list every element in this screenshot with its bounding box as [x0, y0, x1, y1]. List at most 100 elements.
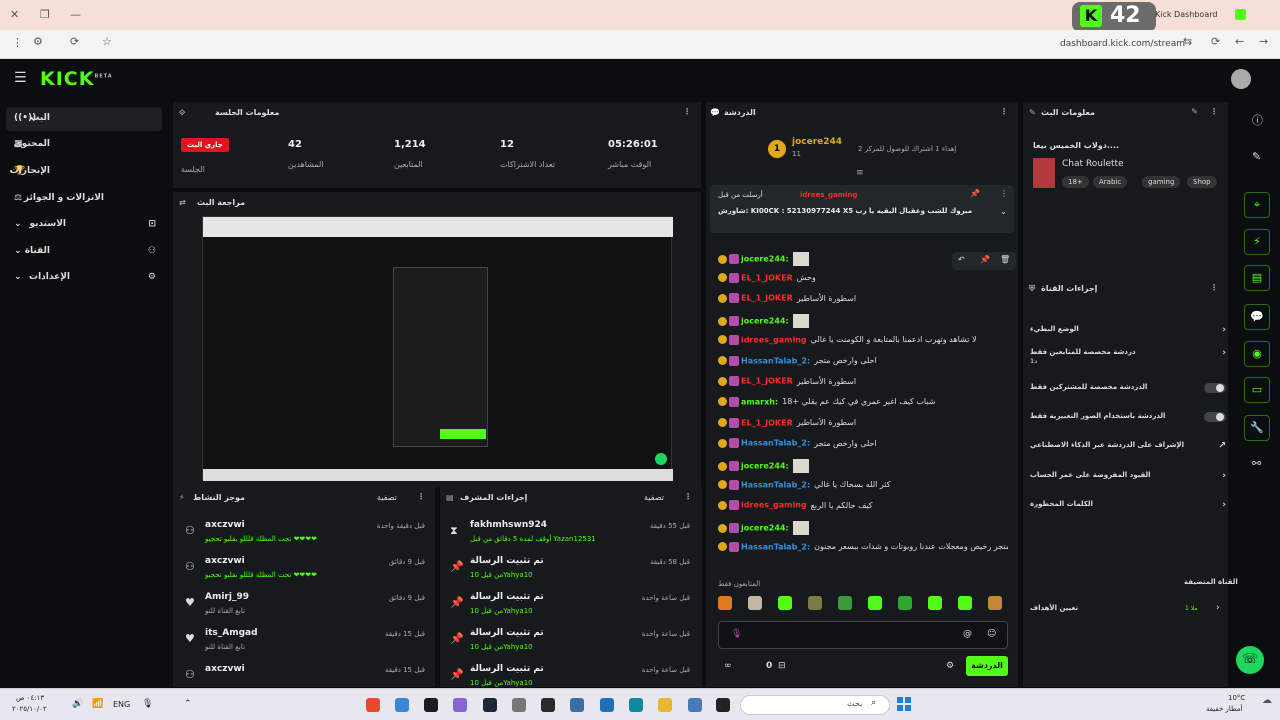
- tag-pill[interactable]: gaming: [1142, 176, 1181, 188]
- emote-icon[interactable]: [748, 596, 762, 610]
- pinned-user[interactable]: idrees_gaming: [800, 191, 857, 199]
- more-icon[interactable]: ⋮: [1000, 107, 1008, 116]
- emote-icon[interactable]: [808, 596, 822, 610]
- list-item[interactable]: 📌 تم تثبيت الرسالة من قبل 10Yahya10 قبل ساع…: [450, 628, 690, 658]
- chat-username[interactable]: HassanTalab_2:: [741, 356, 810, 365]
- chevron-down-icon[interactable]: ⌄: [1000, 207, 1007, 216]
- taskbar-app-icon[interactable]: [688, 698, 702, 712]
- clock-date[interactable]: ٢٠٢٥/١٠/٠٢: [12, 705, 47, 713]
- channel-action-row[interactable]: الدردشة مخصصة للمشتركين فقط: [1030, 383, 1226, 397]
- list-item[interactable]: ⚇ axczvwi تحت المظلة قلللو بقلبو تحجيو ❤❤❤…: [185, 520, 425, 550]
- weather-temp[interactable]: 10°C: [1228, 694, 1245, 702]
- emote-icon[interactable]: [988, 596, 1002, 610]
- extensions-icon[interactable]: ⚙: [33, 35, 43, 48]
- chat-username[interactable]: EL_1_JOKER: [741, 377, 793, 386]
- weather-text[interactable]: أمطار خفيفة: [1206, 705, 1242, 713]
- emote-icon[interactable]: [778, 596, 792, 610]
- taskbar-app-icon[interactable]: [366, 698, 380, 712]
- address-bar[interactable]: dashboard.kick.com/stream: [1060, 39, 1185, 49]
- taskbar-edge-icon[interactable]: [629, 698, 643, 712]
- support-icon[interactable]: ☏: [1236, 646, 1264, 674]
- chevron-right-icon[interactable]: ›: [1222, 471, 1226, 481]
- chat-username[interactable]: idrees_gaming: [741, 335, 807, 344]
- chat-input[interactable]: 🎙 @ ☺: [718, 621, 1008, 649]
- toggle-switch[interactable]: [1204, 412, 1226, 422]
- mic-icon[interactable]: 🎙: [731, 629, 742, 639]
- taskbar-search[interactable]: بحث ⌕: [740, 695, 890, 715]
- chevron-right-icon[interactable]: ›: [1222, 348, 1226, 358]
- channel-action-row[interactable]: الوضع البطيء ›: [1030, 325, 1226, 339]
- goals-label[interactable]: تعيين الأهداف: [1030, 604, 1078, 612]
- feed-filter-button[interactable]: تصفية: [377, 493, 397, 502]
- tag-pill[interactable]: 18+: [1062, 176, 1089, 188]
- pin-icon[interactable]: 📌: [970, 189, 980, 198]
- chat-username[interactable]: jocere244:: [741, 462, 789, 471]
- list-item[interactable]: ⧗ fakhmhswn924 أوقف لمدة 5 دقائق من قبل Ya…: [450, 520, 690, 550]
- stream-preview-video[interactable]: [202, 216, 673, 481]
- taskbar-chrome-icon[interactable]: [395, 698, 409, 712]
- chevron-up-icon[interactable]: ⌃: [184, 699, 192, 709]
- emote-icon[interactable]: [718, 596, 732, 610]
- forward-icon[interactable]: →: [1259, 35, 1268, 48]
- taskbar-app-icon[interactable]: [716, 698, 730, 712]
- chat-message[interactable]: HassanTalab_2: بدك شدات متجر رخيص ومعجلات…: [718, 541, 1008, 558]
- more-icon[interactable]: ⋮: [1210, 283, 1218, 292]
- kick-logo[interactable]: KICKBETA: [40, 68, 113, 90]
- channel-action-row[interactable]: دردشة مخصصة للمتابعين فقط 1د ›: [1030, 348, 1226, 365]
- nav-item-stream[interactable]: ((•)) البث: [6, 107, 162, 131]
- mic-icon[interactable]: 🎙: [142, 699, 153, 709]
- chat-message[interactable]: EL_1_JOKER اسطورة الأساطير: [718, 293, 1008, 309]
- back-icon[interactable]: ←: [1235, 35, 1244, 48]
- send-chat-button[interactable]: الدردشة: [966, 656, 1008, 676]
- nav-item-content[interactable]: ▦ المحتوى: [6, 133, 162, 157]
- nav-item-channel[interactable]: ⌄ القناة ⚇: [6, 240, 162, 264]
- list-item[interactable]: ♥ its_Amgad تابع القناة للتو قبل 15 دقيقة: [185, 628, 425, 658]
- tab-title[interactable]: Kick Dashboard: [1155, 10, 1217, 19]
- chat-username[interactable]: EL_1_JOKER: [741, 273, 793, 282]
- connections-icon[interactable]: ⚯: [1252, 457, 1261, 470]
- gift-icon[interactable]: ⊟: [778, 661, 786, 671]
- taskbar-app-icon[interactable]: [512, 698, 526, 712]
- bookmark-star-icon[interactable]: ☆: [102, 35, 112, 48]
- collapse-icon[interactable]: ≡: [856, 168, 864, 178]
- list-item[interactable]: ♥ Amirj_99 تابع القناة للتو قبل 9 دقائق: [185, 592, 425, 622]
- more-icon[interactable]: ⋮: [417, 492, 425, 501]
- emote-icon[interactable]: [958, 596, 972, 610]
- chevron-right-icon[interactable]: ›: [1222, 325, 1226, 335]
- nav-item-achievements[interactable]: 🏆 الإنجازات: [6, 160, 162, 184]
- nav-item-rewards[interactable]: ⚖ الاتزالات و الجوائز: [6, 187, 162, 211]
- chat-bubble-icon[interactable]: 💬: [1244, 304, 1270, 330]
- channel-action-row[interactable]: القيود المفروضة على عمر الحساب ›: [1030, 471, 1226, 485]
- pinned-message[interactable]: أرسلت من قبل idrees_gaming شاورش: KI00CK…: [710, 185, 1014, 233]
- refresh-icon[interactable]: ⟳: [1211, 35, 1220, 48]
- chat-message[interactable]: HassanTalab_2: احلى وارخص متجر: [718, 355, 1008, 372]
- broadcast-icon[interactable]: ◉: [1244, 341, 1270, 367]
- chat-message[interactable]: EL_1_JOKER اسطورة الأساطير: [718, 376, 1008, 392]
- taskbar-steam-icon[interactable]: [483, 698, 497, 712]
- list-item[interactable]: 📌 تم تثبيت الرسالة من قبل 10Yahya10 قبل 58 …: [450, 556, 690, 586]
- site-settings-icon[interactable]: ⇆: [1183, 35, 1192, 48]
- chat-message[interactable]: idrees_gaming كيف حالكم يا الربع: [718, 500, 1008, 516]
- chat-message[interactable]: jocere244:: [718, 521, 1008, 537]
- document-icon[interactable]: ▤: [1244, 265, 1270, 291]
- chat-username[interactable]: EL_1_JOKER: [741, 294, 793, 303]
- more-icon[interactable]: ⋮: [684, 492, 692, 501]
- list-item[interactable]: 📌 تم تثبيت الرسالة من قبل 10Yahya10 قبل ساع…: [450, 592, 690, 622]
- layout-icon[interactable]: ▭: [1244, 377, 1270, 403]
- emote-icon[interactable]: [898, 596, 912, 610]
- tag-pill[interactable]: Arabic: [1093, 176, 1128, 188]
- nav-item-settings[interactable]: ⌄ الإعدادات ⚙: [6, 266, 162, 290]
- taskbar-app-icon[interactable]: [570, 698, 584, 712]
- chat-username[interactable]: HassanTalab_2:: [741, 480, 810, 489]
- chat-username[interactable]: jocere244:: [741, 255, 789, 264]
- chat-username[interactable]: jocere244:: [741, 524, 789, 533]
- chat-username[interactable]: amarxh:: [741, 397, 778, 406]
- taskbar-app-icon[interactable]: [424, 698, 438, 712]
- channel-action-row[interactable]: الإشراف على الدردشة عبر الذكاء الاصطناعي…: [1030, 441, 1226, 455]
- volume-icon[interactable]: 🔊: [72, 699, 83, 709]
- top-user[interactable]: jocere244: [792, 137, 842, 147]
- mention-icon[interactable]: @: [963, 629, 972, 639]
- reload-icon[interactable]: ⟳: [70, 35, 79, 48]
- windows-start-icon[interactable]: [897, 697, 911, 711]
- more-icon[interactable]: ⋮: [1210, 107, 1218, 116]
